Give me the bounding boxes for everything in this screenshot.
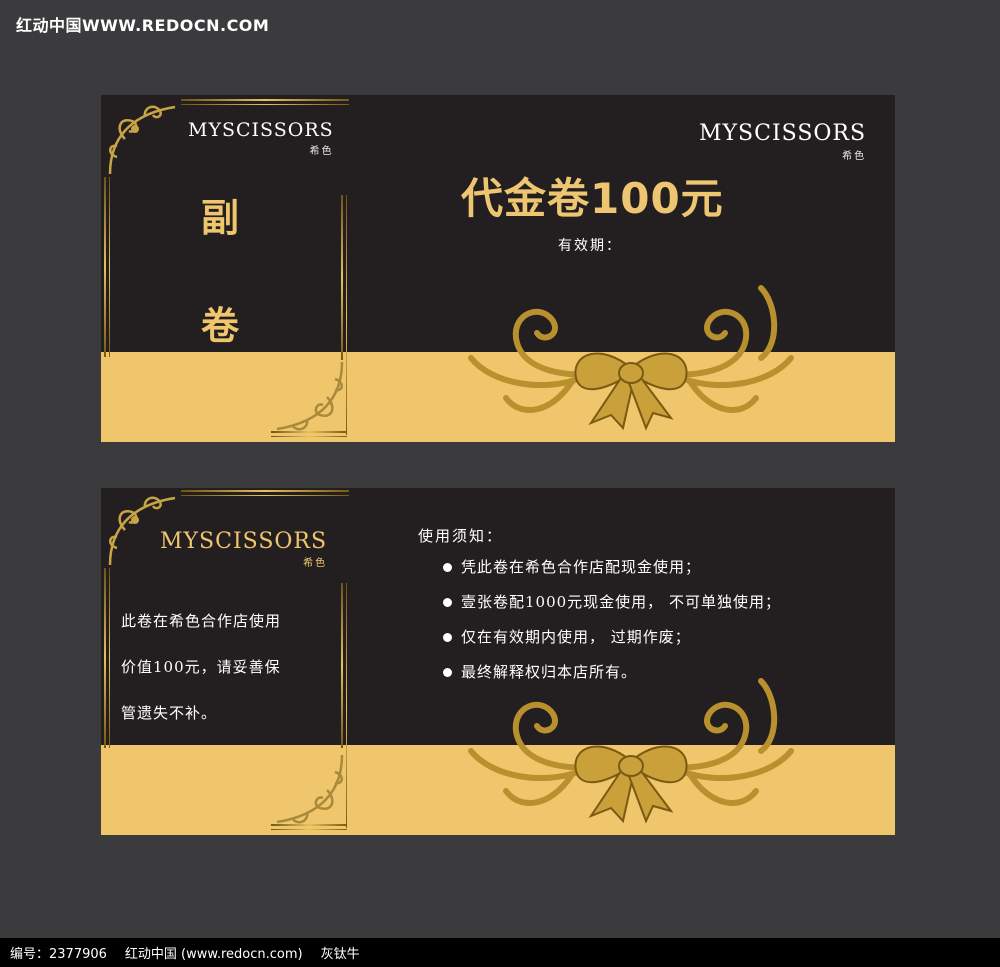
stub-line: 价值100元，请妥善保 <box>121 658 281 676</box>
corner-ornament-icon <box>276 754 344 824</box>
stub-title-bottom: 卷 <box>201 303 240 348</box>
notice-item: 壹张卷配1000元现金使用， 不可单独使用； <box>443 585 781 620</box>
validity-label: 有效期： <box>558 238 622 254</box>
brand-name: MYSCISSORS <box>160 529 328 554</box>
footer-bar: 编号：2377906 红动中国 (www.redocn.com) 灰钛牛 <box>0 938 1000 967</box>
brand-logo: MYSCISSORS 希色 <box>160 529 328 569</box>
footer-id: 编号：2377906 <box>10 947 107 962</box>
frame-line <box>181 104 349 105</box>
frame-line <box>109 177 110 357</box>
voucher-headline: 代金卷100元 <box>461 174 724 223</box>
frame-line <box>181 495 349 496</box>
brand-name: MYSCISSORS <box>699 121 867 146</box>
frame-line <box>104 177 106 357</box>
stub-description: 此卷在希色合作店使用 价值100元，请妥善保 管遗失不补。 <box>121 598 361 736</box>
frame-line <box>181 99 349 101</box>
frame-line <box>109 568 110 748</box>
bow-ornament-icon <box>468 285 794 431</box>
bow-ornament-icon <box>468 678 794 824</box>
brand-subtitle: 希色 <box>842 151 867 162</box>
corner-ornament-icon <box>108 105 176 175</box>
brand-logo: MYSCISSORS 希色 <box>699 121 867 162</box>
brand-subtitle: 希色 <box>303 558 328 569</box>
stub-line: 管遗失不补。 <box>121 704 218 722</box>
bullet-icon <box>443 563 452 572</box>
bullet-icon <box>443 598 452 607</box>
notice-title: 使用须知： <box>418 527 504 545</box>
bullet-icon <box>443 633 452 642</box>
bullet-icon <box>443 668 452 677</box>
footer-site: 红动中国 (www.redocn.com) <box>124 947 303 962</box>
stub-title-top: 副 <box>201 195 240 240</box>
corner-ornament-icon <box>276 361 344 431</box>
watermark-text: 红动中国WWW.REDOCN.COM <box>16 16 270 35</box>
notice-item: 仅在有效期内使用， 过期作废； <box>443 620 781 655</box>
frame-line <box>104 568 106 748</box>
stub-line: 此卷在希色合作店使用 <box>121 612 282 630</box>
frame-line <box>181 490 349 492</box>
notice-list: 凭此卷在希色合作店配现金使用； 壹张卷配1000元现金使用， 不可单独使用； 仅… <box>443 550 781 690</box>
brand-subtitle: 希色 <box>309 146 334 157</box>
brand-logo: MYSCISSORS 希色 <box>188 119 334 157</box>
footer-author: 灰钛牛 <box>320 947 360 962</box>
brand-name: MYSCISSORS <box>188 119 334 141</box>
voucher-back: MYSCISSORS 希色 此卷在希色合作店使用 价值100元，请妥善保 管遗失… <box>101 488 895 835</box>
notice-item: 凭此卷在希色合作店配现金使用； <box>443 550 781 585</box>
voucher-front: MYSCISSORS 希色 副 卷 MYSCISSORS 希色 代金卷100元 … <box>101 95 895 442</box>
frame-line <box>341 195 343 360</box>
